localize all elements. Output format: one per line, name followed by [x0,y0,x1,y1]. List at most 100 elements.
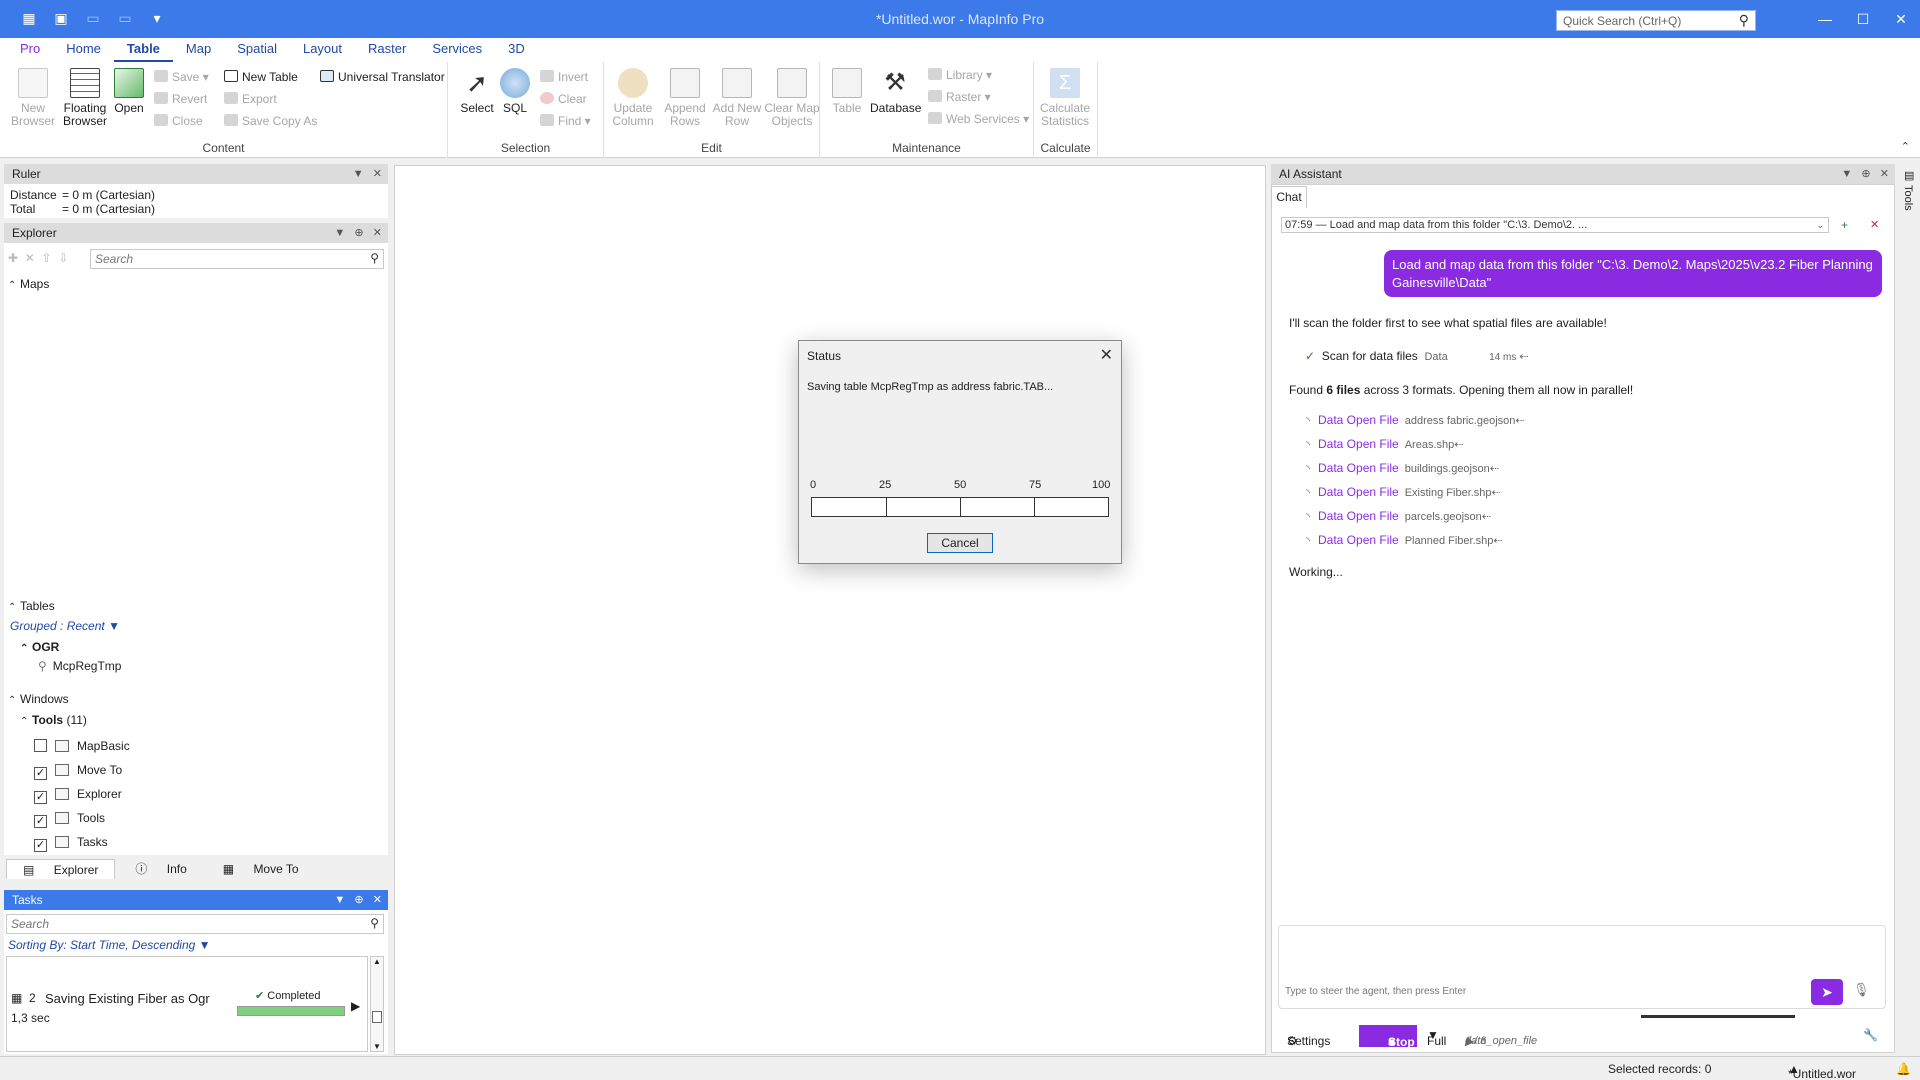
find-button[interactable]: Find ▾ [540,112,591,130]
new-table-button[interactable]: New Table [224,68,298,86]
checkbox[interactable] [34,739,47,752]
tools-list-item[interactable]: ✓ Move To [34,763,122,780]
calculate-statistics-button[interactable]: Σ Calculate Statistics [1040,68,1090,128]
chevron-up-icon[interactable]: ⌃ [20,643,32,654]
search-icon[interactable]: ⚲ [370,251,379,265]
tools-list-item[interactable]: ✓ Explorer [34,787,122,804]
web-services-button[interactable]: Web Services ▾ [928,110,1029,128]
close-icon[interactable]: ✕ [1100,345,1113,365]
tab-spatial[interactable]: Spatial [224,38,290,62]
tools-rail-label[interactable]: Tools [1902,185,1914,211]
task-list-scrollbar[interactable]: ▲ ▼ [370,956,384,1052]
quick-search-input[interactable]: Quick Search (Ctrl+Q) ⚲ [1556,10,1756,31]
tools-list-item[interactable]: ✓ Tasks [34,835,108,852]
new-chat-icon[interactable]: + [1841,218,1848,232]
checkbox[interactable]: ✓ [34,815,47,828]
move-up-icon[interactable]: ⇧ [41,251,51,265]
tab-table[interactable]: Table [113,38,173,62]
tab-info[interactable]: ⓘ Info [119,859,202,879]
clear-selection-button[interactable]: Clear [540,90,587,108]
tab-pro[interactable]: Pro [0,38,53,62]
update-column-button[interactable]: Update Column [608,68,658,128]
maximize-button[interactable]: ☐ [1844,0,1882,38]
tab-explorer[interactable]: ▤ Explorer [6,859,116,879]
maps-node[interactable]: ⌃ Maps [8,277,49,291]
conversation-select[interactable]: 07:59 — Load and map data from this fold… [1281,217,1829,233]
grouped-recent-dropdown[interactable]: Grouped : Recent ▼ [10,619,120,633]
checkbox[interactable]: ✓ [34,767,47,780]
chat-scroll-indicator[interactable] [1641,1015,1795,1018]
tool-call-row[interactable]: ◝ Data Open File Areas.shp⇠ [1306,437,1463,451]
table-maintenance-button[interactable]: Table [822,68,872,115]
append-rows-button[interactable]: Append Rows [660,68,710,128]
floating-browser-button[interactable]: Floating Browser [60,68,110,128]
send-button[interactable]: ➤ [1811,979,1843,1005]
export-button[interactable]: Export [224,90,277,108]
tab-raster[interactable]: Raster [355,38,419,62]
checkbox[interactable]: ✓ [34,839,47,852]
close-table-button[interactable]: Close [154,112,203,130]
search-icon[interactable]: ⚲ [1739,12,1749,29]
explorer-panel-controls[interactable]: ▼ ⊕ ✕ [334,223,382,243]
library-button[interactable]: Library ▾ [928,66,992,84]
move-down-icon[interactable]: ⇩ [58,251,68,265]
chevron-up-icon[interactable]: ⌃ [8,695,20,706]
minimize-button[interactable]: — [1806,0,1844,38]
explorer-search-input[interactable]: Search ⚲ [90,249,384,269]
chat-input-field[interactable]: Type to steer the agent, then press Ente… [1278,925,1886,1009]
database-button[interactable]: ⚒ Database [870,68,921,115]
tab-layout[interactable]: Layout [290,38,355,62]
add-icon[interactable]: ✚ [8,251,18,265]
tab-move-to[interactable]: ▦ Move To [207,859,315,879]
tools-list-item[interactable]: ✓ Tools [34,811,105,828]
save-button[interactable]: Save ▾ [154,68,209,86]
clear-map-objects-button[interactable]: Clear Map Objects [764,68,820,128]
remove-icon[interactable]: ✕ [25,251,35,265]
tasks-sorting-dropdown[interactable]: Sorting By: Start Time, Descending ▼ [8,938,211,952]
mode-dropdown[interactable]: Full ▼ [1427,1028,1446,1048]
tools-rail-icon[interactable]: ▤ [1904,169,1914,182]
close-window-button[interactable]: ✕ [1882,0,1920,38]
map-window[interactable] [394,165,1266,1055]
play-icon[interactable]: ▶ [351,999,360,1013]
tools-node[interactable]: ⌃ Tools (11) [20,713,87,727]
tool-call-row[interactable]: ◝ Data Open File parcels.geojson⇠ [1306,509,1491,523]
raster-maintenance-button[interactable]: Raster ▾ [928,88,991,106]
windows-node[interactable]: ⌃ Windows [8,692,69,706]
tab-home[interactable]: Home [53,38,114,62]
cancel-button[interactable]: Cancel [927,533,993,553]
open-button[interactable]: Open [104,68,154,115]
search-icon[interactable]: ⚲ [370,916,379,930]
workspace-indicator[interactable]: *Untitled.wor ▲ [1788,1062,1856,1080]
delete-chat-icon[interactable]: ✕ [1870,218,1879,231]
collapse-ribbon-icon[interactable]: ⌃ [1901,140,1910,153]
tasks-search-input[interactable]: Search ⚲ [6,914,384,934]
add-new-row-button[interactable]: Add New Row [712,68,762,128]
invert-button[interactable]: Invert [540,68,588,86]
scroll-up-icon[interactable]: ▲ [373,957,381,966]
tool-call-row[interactable]: ◝ Data Open File address fabric.geojson⇠ [1306,413,1525,427]
ogr-node[interactable]: ⌃ OGR [20,640,59,654]
revert-button[interactable]: Revert [154,90,207,108]
save-copy-as-button[interactable]: Save Copy As [224,112,317,130]
new-browser-button[interactable]: New Browser [8,68,58,128]
universal-translator-button[interactable]: Universal Translator [320,68,445,86]
tasks-panel-controls[interactable]: ▼ ⊕ ✕ [334,890,382,910]
microphone-icon[interactable]: 🎙 [1853,982,1870,998]
tab-map[interactable]: Map [173,38,224,62]
scroll-thumb[interactable] [372,1011,382,1023]
chevron-up-icon[interactable]: ⌃ [20,716,32,727]
tool-call-row[interactable]: ◝ Data Open File Planned Fiber.shp⇠ [1306,533,1503,547]
tools-list-item[interactable]: MapBasic [34,739,130,753]
tool-call-row[interactable]: ◝ Data Open File buildings.geojson⇠ [1306,461,1499,475]
tab-services[interactable]: Services [419,38,495,62]
table-item[interactable]: ⚲ McpRegTmp [38,659,121,673]
wrench-icon[interactable]: 🔧 [1863,1028,1878,1042]
scroll-down-icon[interactable]: ▼ [373,1042,381,1051]
task-item[interactable]: ▦ 2 Saving Existing Fiber as Ogr ✔ Compl… [11,989,363,1029]
tool-call-row[interactable]: ◝ Data Open File Existing Fiber.shp⇠ [1306,485,1501,499]
scan-step-row[interactable]: ✓ Scan for data files Data 14 ms ⇠ [1305,349,1529,363]
stop-button[interactable]: ■ Stop [1359,1025,1417,1049]
tables-node[interactable]: ⌃ Tables [8,599,55,613]
tab-3d[interactable]: 3D [495,38,538,62]
